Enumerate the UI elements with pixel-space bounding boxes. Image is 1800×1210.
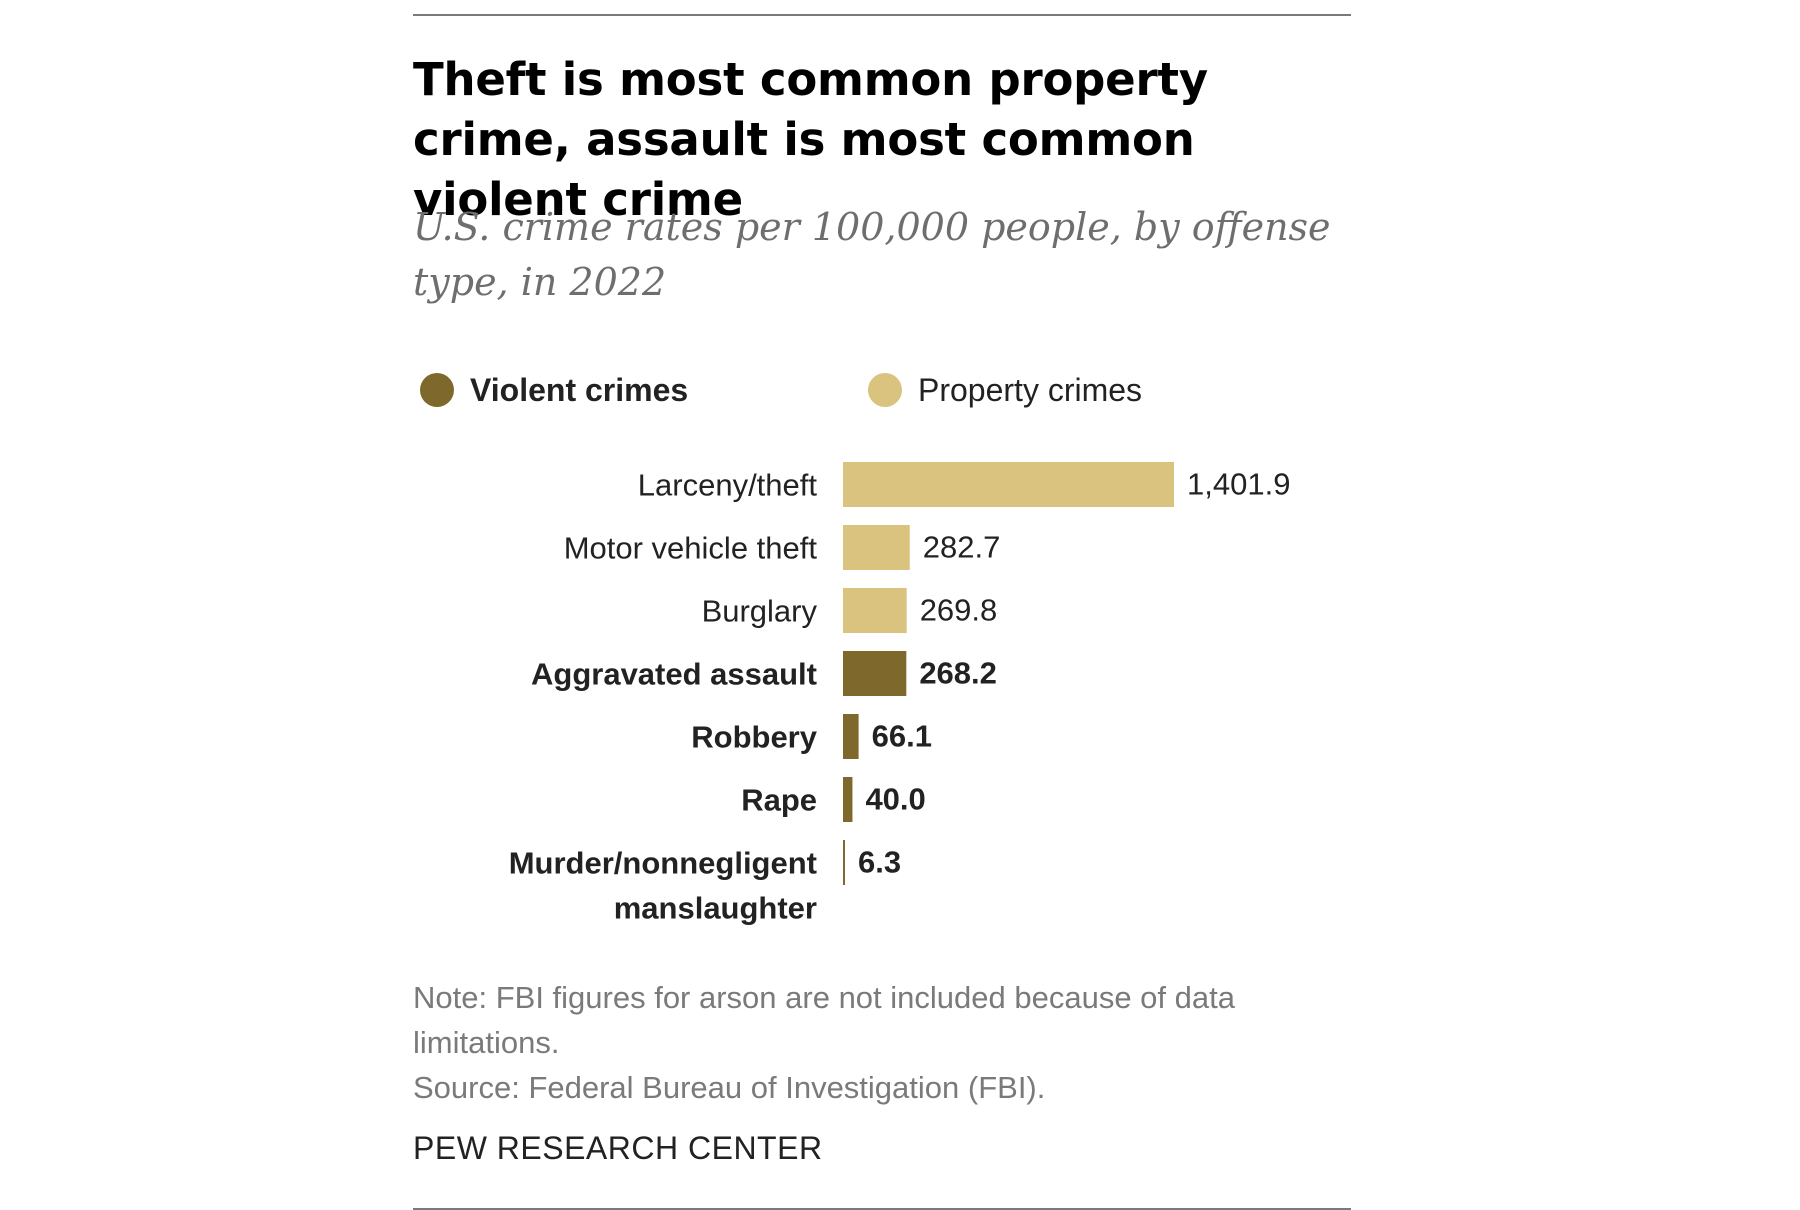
category-label: Murder/nonnegligent manslaughter xyxy=(509,846,817,926)
bar xyxy=(843,840,845,885)
legend-label-property: Property crimes xyxy=(918,371,1143,408)
category-label: Aggravated assault xyxy=(531,657,817,692)
bar xyxy=(843,525,910,570)
legend-item-property-crimes: Property crimes xyxy=(868,370,1142,410)
value-label: 1,401.9 xyxy=(1187,467,1290,502)
category-label: Motor vehicle theft xyxy=(564,531,818,566)
value-label: 40.0 xyxy=(865,782,925,817)
legend-swatch-property-icon xyxy=(868,373,902,407)
legend-item-violent-crimes: Violent crimes xyxy=(420,370,688,410)
category-label: Rape xyxy=(741,783,817,818)
top-rule xyxy=(413,14,1351,16)
value-label: 268.2 xyxy=(919,656,997,691)
value-label: 6.3 xyxy=(858,845,901,880)
bar-row: Rape 40.0 xyxy=(741,777,926,822)
bar xyxy=(843,651,907,696)
category-label: Larceny/theft xyxy=(638,468,818,503)
chart-subtitle: U.S. crime rates per 100,000 people, by … xyxy=(413,205,1331,304)
category-label: Burglary xyxy=(702,594,818,629)
chart-note: Note: FBI figures for arson are not incl… xyxy=(413,980,1235,1060)
bar xyxy=(843,462,1174,507)
chart-source: Source: Federal Bureau of Investigation … xyxy=(413,1070,1046,1105)
legend-swatch-violent-icon xyxy=(420,373,454,407)
bar xyxy=(843,588,907,633)
bar-row: Motor vehicle theft 282.7 xyxy=(564,525,1001,570)
value-label: 282.7 xyxy=(923,530,1001,565)
bar xyxy=(843,714,859,759)
bar-row: Murder/nonnegligent manslaughter 6.3 xyxy=(509,840,901,926)
bar-chart: Larceny/theft 1,401.9 Motor vehicle theft 2… xyxy=(509,462,1290,926)
brand-label: PEW RESEARCH CENTER xyxy=(413,1130,823,1166)
value-label: 66.1 xyxy=(872,719,932,754)
bar xyxy=(843,777,853,822)
value-label: 269.8 xyxy=(920,593,998,628)
bar-row: Burglary 269.8 xyxy=(702,588,998,633)
bar-row: Larceny/theft 1,401.9 xyxy=(638,462,1290,507)
bar-row: Robbery 66.1 xyxy=(691,714,932,759)
category-label: Robbery xyxy=(691,720,818,755)
bar-row: Aggravated assault 268.2 xyxy=(531,651,997,696)
legend-label-violent: Violent crimes xyxy=(470,371,689,408)
